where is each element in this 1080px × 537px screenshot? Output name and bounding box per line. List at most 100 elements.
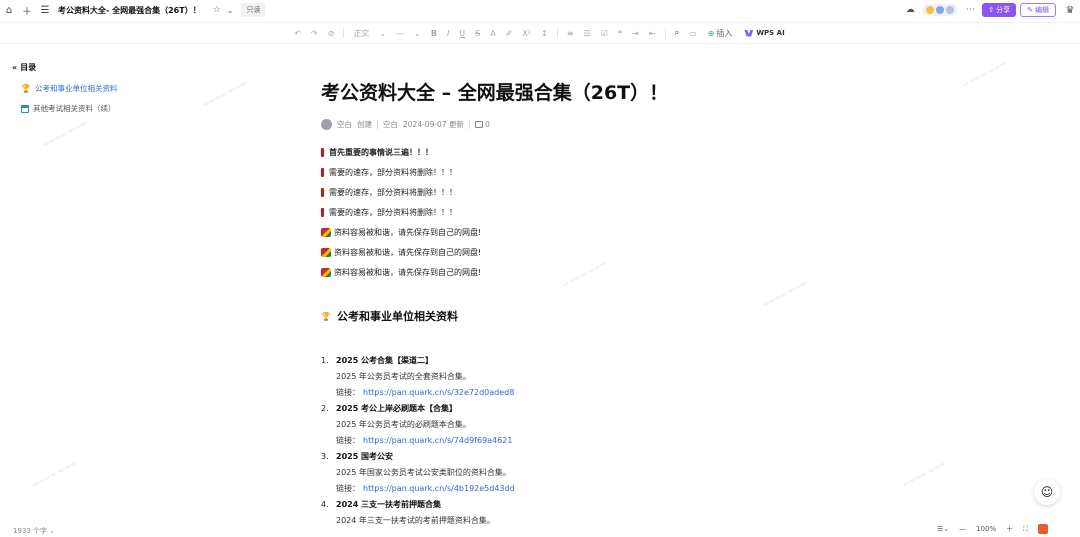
chevron-down-icon[interactable]: ⌄ bbox=[374, 29, 391, 38]
toc-header[interactable]: « 目录 bbox=[12, 62, 212, 73]
notice-text: 资料容易被和谐，请先保存到自己的网盘! bbox=[334, 267, 482, 277]
crown-icon[interactable]: ♛ bbox=[1060, 5, 1080, 16]
notice-text: 需要的速存，部分资料将删除！！！ bbox=[329, 187, 457, 197]
new-tab-icon[interactable]: ＋ bbox=[18, 1, 36, 19]
zoom-controls: ☰⌄ — 100% ＋ ⛶ bbox=[937, 524, 1048, 534]
superscript-icon[interactable]: X² bbox=[517, 29, 536, 38]
cloud-sync-icon[interactable]: ☁ bbox=[902, 2, 918, 18]
undo-icon[interactable]: ↶ bbox=[289, 29, 306, 38]
link-label: 链接： bbox=[336, 387, 360, 397]
list-number: 1. bbox=[321, 355, 329, 365]
bold-icon[interactable]: B bbox=[426, 29, 442, 38]
exclamation-icon bbox=[321, 167, 324, 177]
list-item-desc: 2025 年国家公务员考试公安类职位的资料合集。 bbox=[336, 467, 511, 477]
document-tab-title[interactable]: 考公资料大全- 全网最强合集（26T）！ bbox=[58, 5, 201, 16]
font-size-select[interactable]: — bbox=[391, 29, 409, 38]
notice-text: 需要的速存，部分资料将删除！！！ bbox=[329, 207, 457, 217]
quote-icon[interactable]: ❝ bbox=[613, 29, 627, 38]
chevron-down-icon[interactable]: ⌄ bbox=[227, 6, 234, 15]
share-button[interactable]: ⇧ 分享 bbox=[982, 3, 1017, 17]
notice-line: 资料容易被和谐，请先保存到自己的网盘! bbox=[321, 222, 761, 242]
link-label: 链接： bbox=[336, 435, 360, 445]
line-spacing-icon[interactable]: ↕ bbox=[536, 29, 553, 38]
notice-text: 资料容易被和谐，请先保存到自己的网盘! bbox=[334, 227, 482, 237]
toc-item-other-exams[interactable]: 其他考试相关资料（续） bbox=[12, 103, 212, 114]
link-label: 链接： bbox=[336, 483, 360, 493]
comment-count-value: 0 bbox=[484, 120, 490, 129]
search-icon[interactable]: ⌕ bbox=[670, 28, 684, 38]
notice-line: 需要的速存，部分资料将删除！！！ bbox=[321, 202, 761, 222]
exclamation-icon bbox=[321, 147, 324, 157]
collapse-icon[interactable]: « bbox=[12, 63, 17, 72]
resource-link[interactable]: https://pan.quark.cn/s/4b192e5d43dd bbox=[363, 484, 515, 493]
created-label: 创建 bbox=[357, 120, 372, 129]
notice-line: 需要的速存，部分资料将删除！！！ bbox=[321, 162, 761, 182]
zoom-level[interactable]: 100% bbox=[976, 525, 996, 533]
edit-button[interactable]: ✎ 编辑 bbox=[1020, 3, 1056, 17]
format-painter-icon[interactable]: ⊘ bbox=[323, 29, 340, 38]
status-bar: 1933 个字 ⌄ ☰⌄ — 100% ＋ ⛶ bbox=[0, 524, 1080, 537]
app-badge-icon[interactable] bbox=[1038, 524, 1048, 534]
list-item: 1. 2025 公考合集【渠道二】 2025 年公务员考试的全套资料合集。 链接：… bbox=[321, 352, 761, 400]
word-count[interactable]: 1933 个字 ⌄ bbox=[13, 526, 55, 536]
format-toolbar: ↶ ↷ ⊘ 正文 ⌄ — ⌄ B I U S A ✐ X² ↕ ≡ ☰ ☑ ❝ … bbox=[0, 22, 1080, 44]
align-icon[interactable]: ≡ bbox=[562, 29, 579, 38]
insert-button[interactable]: ⊕ 插入 bbox=[702, 28, 739, 39]
star-icon[interactable]: ☆ bbox=[213, 5, 221, 15]
home-icon[interactable]: ⌂ bbox=[0, 1, 18, 19]
redo-icon[interactable]: ↷ bbox=[306, 29, 323, 38]
toolbar-divider bbox=[664, 28, 666, 38]
zoom-in-icon[interactable]: ＋ bbox=[1006, 524, 1013, 534]
zoom-out-icon[interactable]: — bbox=[959, 525, 966, 533]
underline-icon[interactable]: U bbox=[454, 29, 470, 38]
avatar[interactable] bbox=[321, 119, 332, 130]
page-layout-icon[interactable]: ☰⌄ bbox=[937, 525, 949, 533]
warning-sign-icon bbox=[321, 227, 331, 237]
comment-icon[interactable]: ▭ bbox=[684, 29, 702, 38]
updated-time: 2024-09-07 更新 bbox=[403, 120, 464, 129]
more-icon[interactable]: ⋯ bbox=[962, 2, 978, 18]
watermark: ▬▬▬▬ ▬▬▬ bbox=[900, 459, 948, 489]
bullet-list-icon[interactable]: ☰ bbox=[579, 29, 596, 38]
section-heading-text: 公考和事业单位相关资料 bbox=[336, 310, 458, 323]
list-item-title: 2025 国考公安 bbox=[336, 451, 394, 461]
notice-text: 需要的速存，部分资料将删除！！！ bbox=[329, 167, 457, 177]
notice-block: 首先重要的事情说三遍！！！ 需要的速存，部分资料将删除！！！ 需要的速存，部分资… bbox=[321, 142, 761, 282]
resource-link[interactable]: https://pan.quark.cn/s/74d9f69a4621 bbox=[363, 436, 512, 445]
avatar bbox=[936, 6, 945, 14]
wps-ai-button[interactable]: WPS AI bbox=[738, 29, 790, 37]
toc-item-label: 公考和事业单位相关资料 bbox=[34, 84, 118, 93]
comment-count[interactable]: 0 bbox=[474, 120, 490, 129]
checklist-icon[interactable]: ☑ bbox=[596, 29, 613, 38]
watermark: ▬▬▬▬ ▬▬▬ bbox=[40, 119, 88, 149]
fit-screen-icon[interactable]: ⛶ bbox=[1023, 525, 1028, 534]
list-item-title: 2024 三支一扶考前押题合集 bbox=[336, 499, 442, 509]
avatar bbox=[926, 6, 935, 14]
indent-icon[interactable]: ⇥ bbox=[627, 29, 644, 38]
exclamation-icon bbox=[321, 187, 324, 197]
insert-icon: ⊕ bbox=[707, 28, 715, 38]
outdent-icon[interactable]: ⇤ bbox=[644, 29, 661, 38]
toc-item-civil-service[interactable]: 🏆 公考和事业单位相关资料 bbox=[12, 83, 212, 94]
list-item-desc: 2025 年公务员考试的必刷题本合集。 bbox=[336, 419, 471, 429]
list-item: 3. 2025 国考公安 2025 年国家公务员考试公安类职位的资料合集。 链接：… bbox=[321, 448, 761, 496]
resource-link[interactable]: https://pan.quark.cn/s/32e72d0aded8 bbox=[363, 388, 514, 397]
font-color-icon[interactable]: A bbox=[485, 29, 500, 38]
toolbar-divider bbox=[556, 28, 558, 38]
divider bbox=[468, 120, 470, 129]
highlight-icon[interactable]: ✐ bbox=[501, 29, 518, 38]
collaborator-avatars[interactable] bbox=[922, 4, 959, 16]
pencil-icon: ✎ bbox=[1027, 6, 1033, 14]
strikethrough-icon[interactable]: S bbox=[470, 29, 485, 38]
edit-label: 编辑 bbox=[1035, 6, 1049, 14]
menu-icon[interactable]: ☰ bbox=[36, 1, 54, 19]
italic-icon[interactable]: I bbox=[442, 29, 454, 38]
paragraph-style-select[interactable]: 正文 bbox=[348, 28, 374, 39]
updater-name[interactable]: 空白 bbox=[383, 119, 398, 130]
author-name[interactable]: 空白 bbox=[337, 119, 352, 130]
assistant-float-button[interactable]: ☺ bbox=[1034, 479, 1060, 505]
chevron-down-icon[interactable]: ⌄ bbox=[409, 29, 426, 38]
trophy-icon: 🏆 bbox=[21, 84, 31, 93]
calendar-icon bbox=[21, 104, 29, 113]
share-icon: ⇧ bbox=[988, 6, 995, 14]
